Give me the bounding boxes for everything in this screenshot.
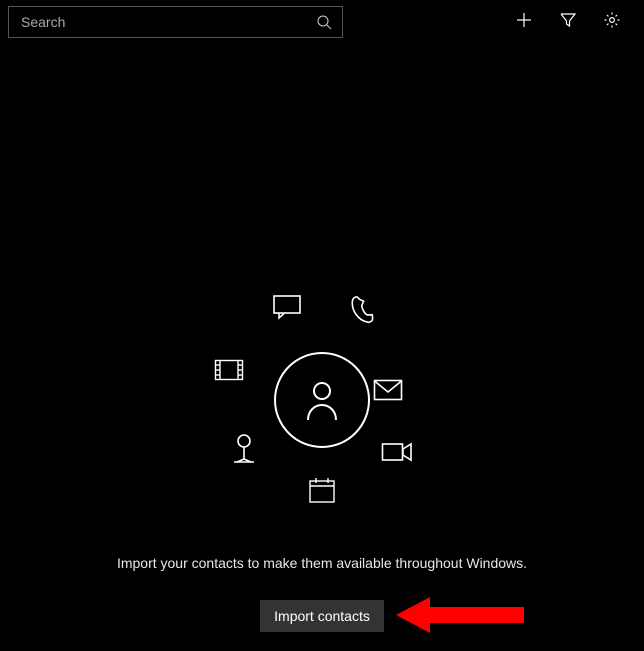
video-icon (381, 441, 413, 463)
search-input[interactable] (19, 13, 316, 31)
map-pin-icon (231, 432, 257, 464)
import-contacts-button[interactable]: Import contacts (260, 600, 384, 632)
search-icon (316, 14, 332, 30)
mail-icon (373, 379, 403, 401)
filter-button[interactable] (546, 2, 590, 42)
header (0, 0, 644, 44)
plus-icon (516, 12, 532, 33)
calendar-icon (308, 476, 336, 504)
contact-ring (274, 352, 370, 448)
film-icon (214, 359, 244, 381)
chat-icon (272, 294, 302, 320)
phone-icon (348, 296, 376, 324)
search-box[interactable] (8, 6, 343, 38)
filter-icon (559, 11, 577, 34)
illustration (322, 400, 323, 401)
add-button[interactable] (502, 2, 546, 42)
empty-state-message: Import your contacts to make them availa… (0, 555, 644, 571)
gear-icon (603, 11, 621, 34)
settings-button[interactable] (590, 2, 634, 42)
person-icon (302, 378, 342, 422)
